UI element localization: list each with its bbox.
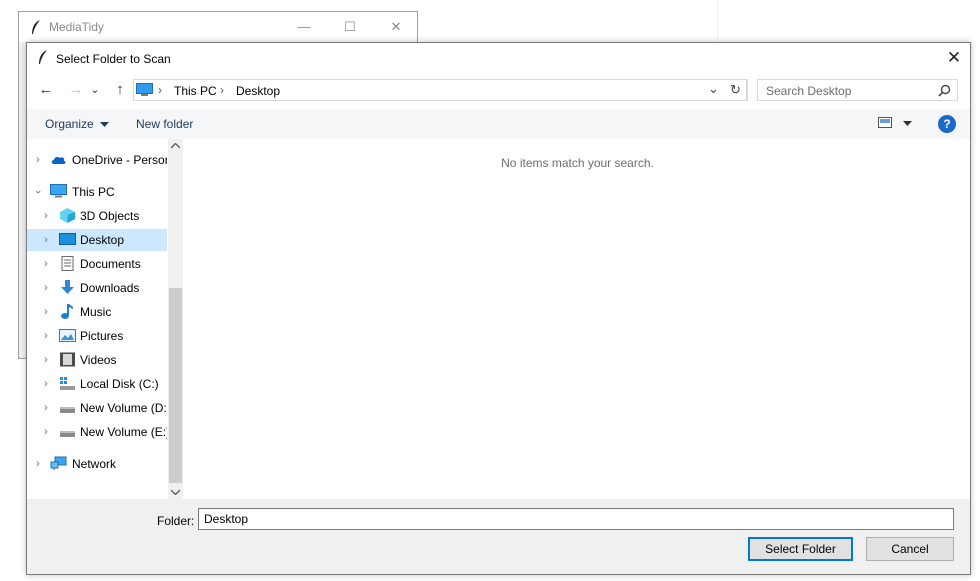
address-bar[interactable]: › This PC › Desktop ⌄ bbox=[133, 79, 748, 101]
recent-locations-button[interactable]: ⌄ bbox=[89, 79, 101, 101]
feather-icon bbox=[39, 50, 47, 64]
background-minimize-button[interactable]: — bbox=[281, 16, 327, 38]
breadcrumb-desktop[interactable]: Desktop bbox=[236, 84, 280, 98]
view-icon bbox=[878, 117, 892, 128]
chevron-right-icon: › bbox=[36, 154, 40, 166]
refresh-button[interactable]: ↻ bbox=[725, 79, 747, 101]
drive-icon bbox=[60, 407, 75, 413]
dialog-footer: Folder: Desktop Select Folder Cancel bbox=[27, 499, 970, 574]
new-folder-button[interactable]: New folder bbox=[136, 117, 193, 131]
tree-item-label: Documents bbox=[80, 257, 141, 271]
scroll-up-icon[interactable] bbox=[171, 143, 180, 149]
breadcrumb-this-pc[interactable]: This PC bbox=[174, 84, 217, 98]
scroll-down-icon[interactable] bbox=[171, 489, 180, 495]
search-input[interactable]: Search Desktop bbox=[757, 79, 958, 101]
help-icon[interactable]: ? bbox=[938, 115, 956, 133]
up-button[interactable]: ↑ bbox=[109, 79, 131, 101]
tree-item-local-disk-c[interactable]: › Local Disk (C:) bbox=[27, 373, 167, 395]
background-titlebar: MediaTidy — ☐ ✕ bbox=[19, 12, 417, 42]
tree-item-label: Pictures bbox=[80, 329, 124, 343]
video-icon bbox=[60, 352, 75, 367]
cube-icon bbox=[60, 208, 75, 223]
drive-icon bbox=[60, 431, 75, 437]
cloud-icon bbox=[51, 156, 66, 164]
background-window-title: MediaTidy bbox=[49, 20, 104, 34]
chevron-right-icon: › bbox=[44, 378, 48, 390]
empty-state-message: No items match your search. bbox=[501, 156, 654, 170]
back-button[interactable]: ← bbox=[35, 79, 57, 101]
address-dropdown-button[interactable]: ⌄ bbox=[708, 81, 719, 97]
folder-name-input[interactable]: Desktop bbox=[198, 508, 954, 530]
background-close-button[interactable]: ✕ bbox=[373, 16, 419, 38]
desktop-icon bbox=[59, 233, 76, 245]
tree-item-3d-objects[interactable]: › 3D Objects bbox=[27, 205, 167, 227]
tree-item-label: 3D Objects bbox=[80, 209, 140, 223]
chevron-right-icon: › bbox=[44, 426, 48, 438]
dialog-title: Select Folder to Scan bbox=[56, 52, 171, 66]
tree-item-this-pc[interactable]: › This PC bbox=[27, 181, 167, 203]
document-icon bbox=[61, 256, 74, 271]
folder-picker-dialog: Select Folder to Scan ✕ ← → ⌄ ↑ › This P… bbox=[26, 42, 971, 575]
tree-item-new-volume-e[interactable]: › New Volume (E:) bbox=[27, 421, 167, 443]
tree-item-label: New Volume (E:) bbox=[80, 425, 167, 439]
navigation-tree: › OneDrive - Persor › This PC › 3D Objec… bbox=[27, 139, 167, 499]
tree-item-label: OneDrive - Persor bbox=[72, 153, 167, 167]
folder-name-value: Desktop bbox=[204, 512, 249, 526]
tree-item-downloads[interactable]: › Downloads bbox=[27, 277, 167, 299]
download-icon bbox=[61, 280, 74, 294]
tree-item-pictures[interactable]: › Pictures bbox=[27, 325, 167, 347]
background-divider bbox=[717, 0, 718, 45]
tree-item-label: Desktop bbox=[80, 233, 125, 247]
chevron-right-icon: › bbox=[44, 330, 48, 342]
chevron-right-icon: › bbox=[44, 354, 48, 366]
chevron-right-icon: › bbox=[44, 210, 48, 222]
command-bar: Organize New folder ? bbox=[27, 109, 970, 139]
chevron-down-icon bbox=[100, 122, 110, 127]
tree-item-onedrive[interactable]: › OneDrive - Persor bbox=[27, 149, 167, 171]
tree-item-videos[interactable]: › Videos bbox=[27, 349, 167, 371]
cancel-button[interactable]: Cancel bbox=[866, 537, 954, 561]
feather-icon bbox=[32, 20, 40, 34]
tree-item-music[interactable]: › Music bbox=[27, 301, 167, 323]
background-maximize-button[interactable]: ☐ bbox=[327, 16, 373, 38]
network-icon bbox=[50, 456, 67, 470]
change-view-button[interactable] bbox=[878, 117, 913, 132]
folder-label: Folder: bbox=[157, 514, 195, 528]
organize-button[interactable]: Organize bbox=[45, 117, 110, 131]
chevron-down-icon bbox=[903, 121, 913, 126]
tree-item-label: Music bbox=[80, 305, 112, 319]
search-icon bbox=[938, 84, 951, 97]
computer-icon bbox=[50, 184, 67, 198]
scrollbar-thumb[interactable] bbox=[169, 288, 182, 483]
chevron-right-icon: › bbox=[44, 234, 48, 246]
breadcrumb-separator: › bbox=[220, 83, 224, 97]
computer-icon bbox=[136, 83, 153, 96]
tree-item-label: Videos bbox=[80, 353, 117, 367]
tree-item-new-volume-d[interactable]: › New Volume (D: bbox=[27, 397, 167, 419]
select-folder-button[interactable]: Select Folder bbox=[748, 537, 853, 561]
forward-button[interactable]: → bbox=[65, 79, 87, 101]
chevron-right-icon: › bbox=[44, 306, 48, 318]
file-list-pane[interactable]: No items match your search. bbox=[185, 139, 970, 499]
chevron-right-icon: › bbox=[36, 458, 40, 470]
organize-label: Organize bbox=[45, 117, 94, 131]
tree-item-label: Network bbox=[72, 457, 117, 471]
system-drive-icon bbox=[60, 377, 75, 390]
music-icon bbox=[61, 304, 73, 319]
tree-item-documents[interactable]: › Documents bbox=[27, 253, 167, 275]
picture-icon bbox=[59, 329, 76, 342]
dialog-close-button[interactable]: ✕ bbox=[937, 45, 971, 71]
tree-item-label: New Volume (D: bbox=[80, 401, 167, 415]
tree-item-label: Local Disk (C:) bbox=[80, 377, 159, 391]
breadcrumb-separator: › bbox=[158, 83, 162, 97]
chevron-right-icon: › bbox=[44, 402, 48, 414]
tree-item-label: Downloads bbox=[80, 281, 140, 295]
chevron-right-icon: › bbox=[44, 282, 48, 294]
tree-item-desktop[interactable]: › Desktop bbox=[27, 229, 167, 251]
tree-item-network[interactable]: › Network bbox=[27, 453, 167, 475]
chevron-down-icon: › bbox=[32, 190, 44, 194]
search-placeholder: Search Desktop bbox=[766, 84, 852, 98]
tree-item-label: This PC bbox=[72, 185, 115, 199]
chevron-right-icon: › bbox=[44, 258, 48, 270]
